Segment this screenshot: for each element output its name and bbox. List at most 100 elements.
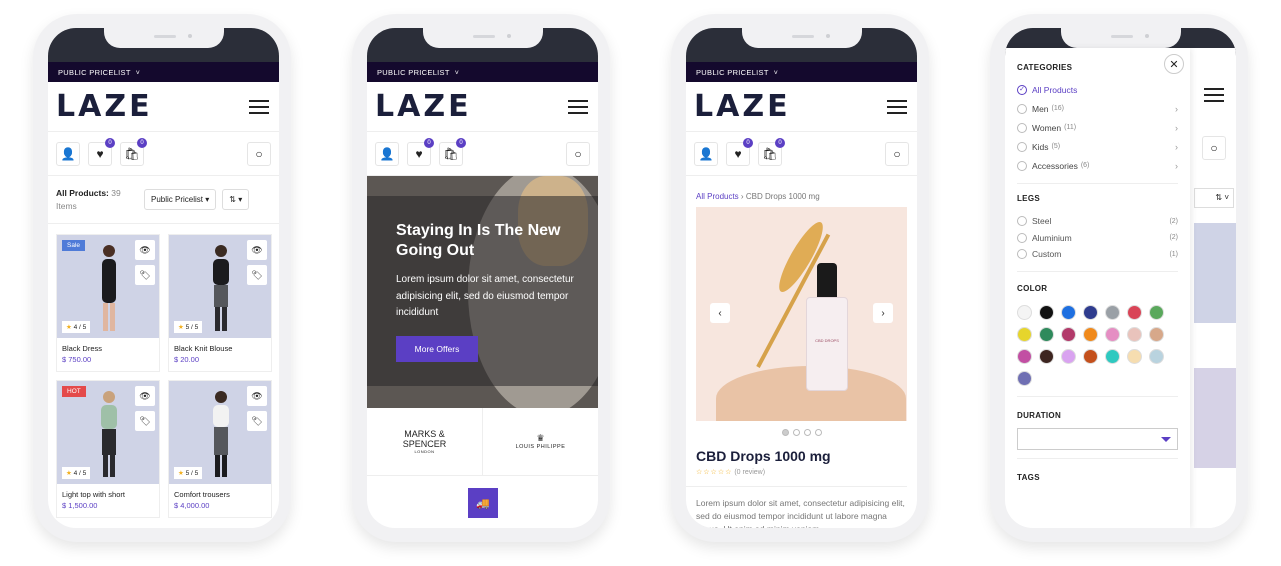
cart-icon[interactable]: 🛍 0 xyxy=(758,137,785,166)
search-icon[interactable]: ○ xyxy=(566,141,590,166)
category-all-products[interactable]: ✓ All Products xyxy=(1017,80,1178,99)
chevron-left-icon[interactable]: ‹ xyxy=(710,303,730,323)
color-swatch[interactable] xyxy=(1105,326,1120,342)
category-label: Men xyxy=(1032,103,1049,114)
product-price: $ 4,000.00 xyxy=(174,501,210,510)
color-swatch[interactable] xyxy=(1127,348,1142,364)
all-products-label: All Products: xyxy=(56,187,109,198)
category-men[interactable]: Men (16) › xyxy=(1017,99,1178,118)
tag-icon[interactable]: 🏷 xyxy=(247,265,267,285)
wishlist-icon[interactable]: ♥ 0 xyxy=(88,137,115,166)
color-swatch[interactable] xyxy=(1061,326,1076,342)
quick-view-icon[interactable]: 👁 xyxy=(135,386,155,406)
pricelist-selector[interactable]: PUBLIC PRICELIST ˅ xyxy=(48,62,279,82)
color-swatch[interactable] xyxy=(1149,326,1164,342)
color-swatch[interactable] xyxy=(1017,348,1032,364)
chevron-right-icon[interactable]: › xyxy=(873,303,893,323)
breadcrumb: All Products › CBD Drops 1000 mg xyxy=(686,176,917,207)
user-icon[interactable]: 👤 xyxy=(375,141,399,166)
chevron-right-icon[interactable]: › xyxy=(1175,104,1178,114)
color-swatch[interactable] xyxy=(1039,304,1054,320)
color-swatch[interactable] xyxy=(1017,326,1032,342)
wishlist-icon[interactable]: ♥ 0 xyxy=(726,137,753,166)
logo[interactable]: LAZE xyxy=(694,91,791,122)
pricelist-selector[interactable]: PUBLIC PRICELIST ˅ xyxy=(686,62,917,82)
color-swatch[interactable] xyxy=(1039,326,1054,342)
divider xyxy=(1017,183,1178,184)
color-swatch[interactable] xyxy=(1083,304,1098,320)
color-swatch[interactable] xyxy=(1149,348,1164,364)
menu-icon[interactable] xyxy=(887,99,907,114)
duration-select[interactable] xyxy=(1017,427,1178,450)
pricelist-dropdown[interactable]: Public Pricelist ▾ xyxy=(144,189,217,210)
rating: ★ 5 / 5 xyxy=(174,467,203,479)
quick-view-icon[interactable]: 👁 xyxy=(247,240,267,260)
leg-option-steel[interactable]: Steel (2) xyxy=(1017,213,1178,230)
user-icon[interactable]: 👤 xyxy=(694,141,718,166)
category-accessories[interactable]: Accessories (6) › xyxy=(1017,156,1178,175)
chevron-right-icon[interactable]: › xyxy=(1175,123,1178,133)
category-kids[interactable]: Kids (5) › xyxy=(1017,137,1178,156)
more-offers-button[interactable]: More Offers xyxy=(396,336,478,362)
search-icon[interactable]: ○ xyxy=(885,141,909,166)
cart-icon[interactable]: 🛍 0 xyxy=(120,137,147,166)
product-card[interactable]: HOT 👁 🏷 ★ 4 / 5 Light top with short $ 1… xyxy=(56,380,160,518)
truck-icon[interactable]: 🚚 xyxy=(468,488,498,518)
color-swatch[interactable] xyxy=(1017,304,1032,320)
brand-marks-spencer[interactable]: MARKS & SPENCER LONDON xyxy=(367,408,482,475)
product-card[interactable]: 👁 🏷 ★ 5 / 5 Comfort trousers $ 4,000.00 xyxy=(168,380,272,518)
color-swatch[interactable] xyxy=(1017,370,1032,386)
menu-icon[interactable] xyxy=(249,99,269,114)
product-price: $ 1,500.00 xyxy=(62,501,98,510)
carousel-dot[interactable] xyxy=(792,429,800,436)
color-swatch[interactable] xyxy=(1127,326,1142,342)
pricelist-label: PUBLIC PRICELIST xyxy=(696,68,769,77)
wishlist-icon[interactable]: ♥ 0 xyxy=(407,137,434,166)
color-swatch[interactable] xyxy=(1105,348,1120,364)
carousel-dots xyxy=(686,421,917,444)
caret-down-icon xyxy=(1161,436,1171,442)
product-name[interactable]: Light top with short xyxy=(57,484,159,501)
carousel-dot[interactable] xyxy=(781,429,789,436)
color-swatch[interactable] xyxy=(1127,304,1142,320)
user-icon[interactable]: 👤 xyxy=(56,141,80,166)
product-name[interactable]: Comfort trousers xyxy=(169,484,271,501)
product-price: $ 20.00 xyxy=(174,355,200,364)
cart-icon[interactable]: 🛍 0 xyxy=(439,137,466,166)
color-swatch[interactable] xyxy=(1061,348,1076,364)
color-swatch[interactable] xyxy=(1061,304,1076,320)
product-name[interactable]: Black Dress xyxy=(57,338,159,355)
chevron-right-icon[interactable]: › xyxy=(1175,142,1178,152)
color-swatch[interactable] xyxy=(1149,304,1164,320)
brand-louis-philippe[interactable]: ♛ LOUIS PHILIPPE xyxy=(482,408,598,475)
leg-label: Custom xyxy=(1032,249,1062,260)
sort-dropdown[interactable]: ⇅ ▾ xyxy=(222,189,250,210)
product-card[interactable]: 👁 🏷 ★ 5 / 5 Black Knit Blouse $ 20.00 xyxy=(168,234,272,372)
quick-view-icon[interactable]: 👁 xyxy=(135,240,155,260)
tag-icon[interactable]: 🏷 xyxy=(135,265,155,285)
category-women[interactable]: Women (11) › xyxy=(1017,118,1178,137)
carousel-dot[interactable] xyxy=(803,429,811,436)
product-card[interactable]: Sale 👁 🏷 ★ 4 / 5 Black Dress $ 750.00 xyxy=(56,234,160,372)
search-icon[interactable]: ○ xyxy=(247,141,271,166)
color-swatch[interactable] xyxy=(1105,304,1120,320)
close-icon[interactable]: ✕ xyxy=(1164,54,1184,74)
review-count[interactable]: (0 review) xyxy=(734,469,765,476)
color-swatch[interactable] xyxy=(1039,348,1054,364)
pricelist-selector[interactable]: PUBLIC PRICELIST ˅ xyxy=(367,62,598,82)
color-swatch[interactable] xyxy=(1083,326,1098,342)
logo[interactable]: LAZE xyxy=(56,91,153,122)
breadcrumb-link[interactable]: All Products xyxy=(696,192,739,201)
chevron-right-icon[interactable]: › xyxy=(1175,161,1178,171)
bottle: CBD DROPS xyxy=(806,297,848,391)
tag-icon[interactable]: 🏷 xyxy=(247,411,267,431)
tag-icon[interactable]: 🏷 xyxy=(135,411,155,431)
color-swatch[interactable] xyxy=(1083,348,1098,364)
menu-icon[interactable] xyxy=(568,99,588,114)
quick-view-icon[interactable]: 👁 xyxy=(247,386,267,406)
logo[interactable]: LAZE xyxy=(375,91,472,122)
leg-option-custom[interactable]: Custom (1) xyxy=(1017,246,1178,263)
leg-option-aluminium[interactable]: Aluminium (2) xyxy=(1017,230,1178,247)
carousel-dot[interactable] xyxy=(814,429,822,436)
product-name[interactable]: Black Knit Blouse xyxy=(169,338,271,355)
